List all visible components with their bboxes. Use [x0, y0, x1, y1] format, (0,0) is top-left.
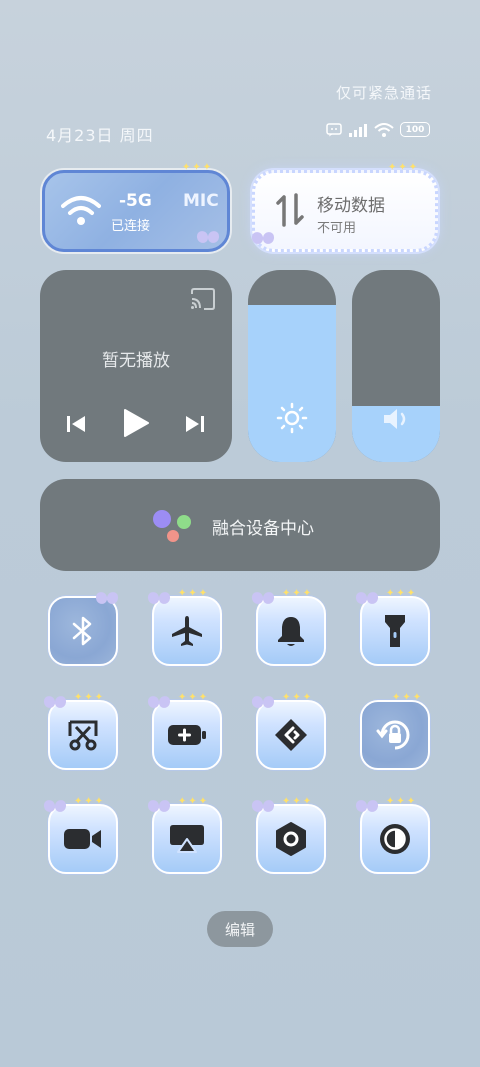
dark-mode-toggle[interactable] [360, 804, 430, 874]
airplane-icon [172, 616, 202, 646]
sparkle-icon: ✦✦✦ [178, 588, 210, 599]
bow-decoration-icon [96, 592, 118, 606]
mobile-data-title: 移动数据 [317, 196, 385, 216]
bow-decoration-icon [252, 232, 274, 246]
screenshot-toggle[interactable] [48, 700, 118, 770]
bluetooth-icon [72, 616, 92, 646]
sparkle-icon: ✦✦✦ [182, 162, 214, 173]
contrast-icon [380, 824, 410, 854]
bow-decoration-icon [252, 592, 274, 606]
sparkle-icon: ✦✦✦ [386, 796, 418, 807]
bow-decoration-icon [356, 800, 378, 814]
play-icon[interactable] [122, 408, 150, 438]
mobile-data-card[interactable]: 移动数据 不可用 [252, 170, 438, 252]
volume-icon [384, 409, 406, 429]
sparkle-icon: ✦✦✦ [178, 796, 210, 807]
next-track-icon[interactable] [185, 414, 205, 434]
sim-icon [326, 122, 342, 136]
media-card[interactable]: 暂无播放 [40, 270, 232, 462]
bow-decoration-icon [44, 696, 66, 710]
brightness-icon [276, 402, 308, 434]
screen-share-toggle[interactable] [152, 804, 222, 874]
sparkle-icon: ✦✦✦ [282, 692, 314, 703]
cast-icon[interactable] [190, 288, 216, 310]
settings-toggle[interactable] [256, 804, 326, 874]
previous-track-icon[interactable] [66, 414, 86, 434]
airplane-toggle[interactable] [152, 596, 222, 666]
media-empty-text: 暂无播放 [102, 351, 170, 371]
bow-decoration-icon [252, 696, 274, 710]
hexagon-icon [276, 822, 306, 856]
bluetooth-toggle[interactable] [48, 596, 118, 666]
video-icon [64, 829, 101, 849]
sparkle-icon: ✦✦✦ [282, 588, 314, 599]
bow-decoration-icon [148, 800, 170, 814]
flashlight-icon [385, 615, 405, 647]
screen-record-toggle[interactable] [48, 804, 118, 874]
bow-decoration-icon [148, 696, 170, 710]
wifi-network-name: -5G [119, 191, 152, 211]
sparkle-icon: ✦✦✦ [282, 796, 314, 807]
signal-icon [349, 123, 367, 137]
bow-decoration-icon [44, 800, 66, 814]
status-icons: 100 [326, 122, 430, 137]
device-center-label: 融合设备中心 [212, 519, 314, 539]
sparkle-icon: ✦✦✦ [178, 692, 210, 703]
volume-slider[interactable] [352, 270, 440, 462]
wifi-icon [61, 196, 101, 225]
bow-decoration-icon [197, 231, 219, 245]
battery-saver-toggle[interactable] [152, 700, 222, 770]
edit-button[interactable]: 编辑 [207, 911, 273, 947]
battery-plus-icon [168, 725, 206, 745]
airplay-icon [170, 825, 204, 853]
wifi-network-suffix: MIC [183, 191, 219, 211]
data-arrows-icon [276, 193, 304, 227]
device-center-card[interactable]: 融合设备中心 [40, 479, 440, 571]
date-text: 4月23日 周四 [46, 126, 154, 145]
bow-decoration-icon [252, 800, 274, 814]
rotation-lock-icon [376, 720, 410, 750]
link-icon [275, 719, 307, 751]
battery-icon: 100 [400, 122, 430, 137]
bow-decoration-icon [356, 592, 378, 606]
sparkle-icon: ✦✦✦ [392, 692, 424, 703]
mobile-data-status: 不可用 [317, 221, 357, 236]
sparkle-icon: ✦✦✦ [386, 588, 418, 599]
bow-decoration-icon [148, 592, 170, 606]
wifi-card[interactable]: -5G MIC 已连接 [42, 170, 230, 252]
wifi-status-icon [374, 122, 394, 137]
sparkle-icon: ✦✦✦ [74, 692, 106, 703]
device-center-logo-icon [153, 510, 191, 542]
cast-link-toggle[interactable] [256, 700, 326, 770]
sparkle-icon: ✦✦✦ [388, 162, 420, 173]
brightness-fill [248, 304, 336, 462]
scissors-icon [68, 720, 98, 751]
ring-toggle[interactable] [256, 596, 326, 666]
rotation-lock-toggle[interactable] [360, 700, 430, 770]
brightness-slider[interactable] [248, 270, 336, 462]
sparkle-icon: ✦✦✦ [74, 796, 106, 807]
flashlight-toggle[interactable] [360, 596, 430, 666]
wifi-status: 已连接 [111, 219, 151, 234]
bell-icon [278, 617, 304, 646]
emergency-call-text: 仅可紧急通话 [335, 84, 432, 102]
